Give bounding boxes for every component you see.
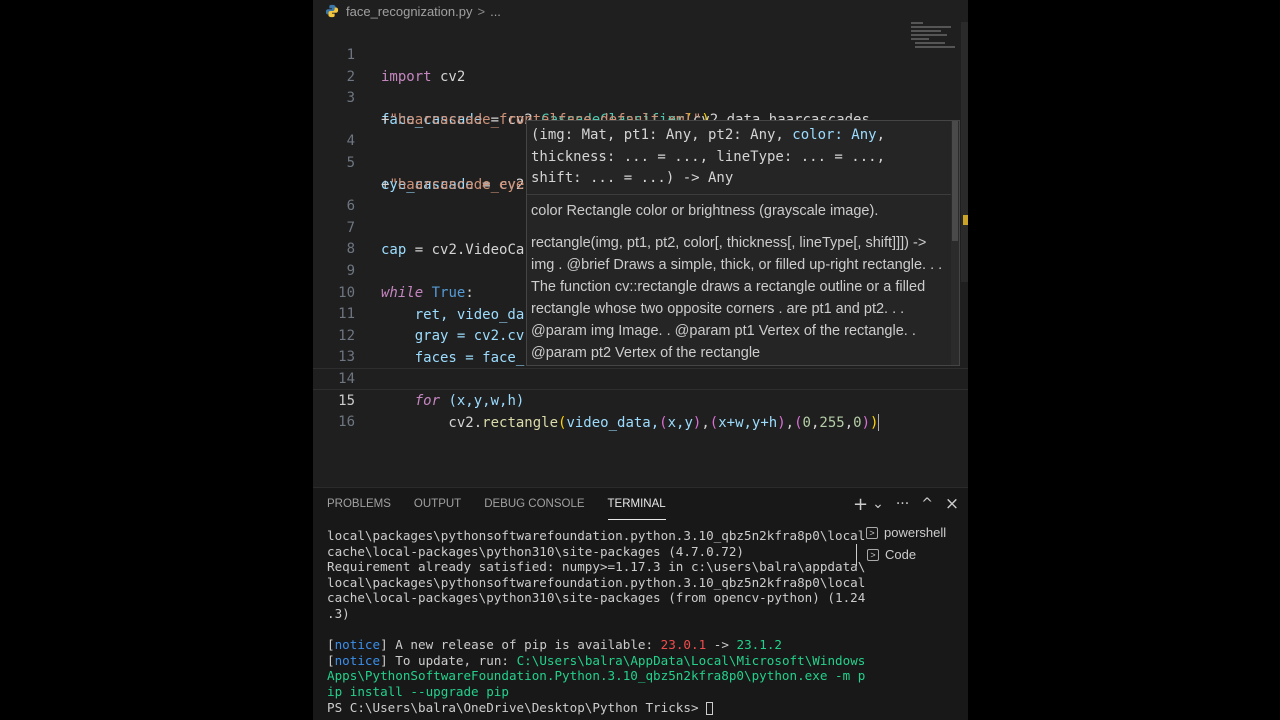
terminal-prompt: PS C:\Users\balra\OneDrive\Desktop\Pytho… — [327, 699, 707, 715]
breadcrumb-symbol[interactable]: ... — [490, 4, 501, 19]
argument: x,y — [667, 414, 693, 431]
terminal-icon: > — [866, 527, 878, 539]
terminal-item-code[interactable]: > Code — [856, 544, 968, 566]
terminal-line: [notice] To update, run: C:\Users\balra\… — [327, 652, 866, 668]
more-actions-icon[interactable]: ··· — [896, 496, 909, 512]
terminal-line: local\packages\pythonsoftwarefoundation.… — [327, 528, 866, 543]
bracket: ) — [861, 414, 871, 431]
terminal-output[interactable]: local\packages\pythonsoftwarefoundation.… — [327, 528, 865, 715]
panel-actions: + ⌄ ··· ^ × — [853, 494, 968, 515]
code-line-1[interactable]: 1 import cv2 — [313, 22, 968, 85]
terminal-line: Apps\PythonSoftwareFoundation.Python.3.1… — [327, 668, 866, 684]
tab-output[interactable]: OUTPUT — [414, 488, 461, 520]
signature: (img: Mat, pt1: Any, pt2: Any, color: An… — [531, 125, 951, 190]
new-version: 23.1.2 — [736, 637, 783, 653]
signature-help-popup[interactable]: (img: Mat, pt1: Any, pt2: Any, color: An… — [526, 120, 960, 366]
tab-debug-console[interactable]: DEBUG CONSOLE — [484, 488, 584, 520]
terminal-line: local\packages\pythonsoftwarefoundation.… — [327, 574, 866, 590]
bracket: ) — [870, 414, 879, 431]
notice-text: A new release of pip is available: — [387, 637, 661, 653]
signature-text: thickness: ... = ..., lineType: ... = ..… — [531, 148, 886, 165]
tab-problems[interactable]: PROBLEMS — [327, 488, 391, 520]
number: 255 — [819, 414, 845, 431]
close-panel-icon[interactable]: × — [945, 494, 959, 514]
panel-tabs: PROBLEMS OUTPUT DEBUG CONSOLE TERMINAL — [327, 488, 689, 520]
terminal-line: ip install --upgrade pip — [327, 683, 509, 699]
number: 0 — [853, 414, 862, 431]
notice-tag: notice — [334, 637, 381, 653]
active-parameter: color: Any — [792, 127, 877, 143]
terminal-line: .3) — [327, 605, 350, 621]
code-text: cv2. — [381, 414, 483, 431]
bracket: ) — [777, 414, 786, 431]
terminal-item-label: Code — [885, 547, 917, 562]
parameter-doc: color Rectangle color or brightness (gra… — [531, 203, 879, 219]
arrow: -> — [706, 637, 737, 653]
tab-terminal[interactable]: TERMINAL — [607, 488, 666, 520]
code-line-3[interactable]: 3 face_cascade = cv2.CascadeClassifier(c… — [313, 65, 968, 128]
terminal-line: Requirement already satisfied: numpy>=1.… — [327, 559, 866, 575]
signature-text: (img: Mat, pt1: Any, pt2: Any, — [531, 127, 793, 143]
bracket: ( — [794, 414, 803, 431]
popup-scrollbar[interactable] — [951, 121, 959, 365]
vscode-window: face_recognization.py > ... 1 import cv2… — [313, 0, 968, 720]
code-line-2[interactable]: 2 — [313, 44, 968, 85]
terminal-cursor — [706, 701, 714, 715]
terminal-line: cache\local-packages\python310\site-pack… — [327, 543, 745, 559]
line-number: 16 — [338, 414, 355, 431]
signature-text: shift: ... = ...) -> Any — [531, 170, 734, 186]
terminal-line: cache\local-packages\python310\site-pack… — [327, 590, 866, 606]
function-doc: rectangle(img, pt1, pt2, color[, thickne… — [531, 235, 943, 361]
text-cursor — [878, 414, 880, 432]
terminal-list: > powershell > Code — [856, 522, 968, 566]
code-line-15[interactable]: 15 cv2.rectangle(video_data,(x,y),(x+w,y… — [313, 368, 968, 432]
divider — [527, 194, 959, 195]
terminal-line: [notice] A new release of pip is availab… — [327, 637, 783, 653]
new-terminal-icon[interactable]: + — [853, 494, 868, 515]
code-line-3-wrap[interactable]: +"haarcascade_frontalface_default.xml") — [313, 87, 968, 128]
breadcrumb-separator: > — [477, 3, 486, 19]
popup-scroll-thumb[interactable] — [952, 121, 958, 241]
bracket: ( — [659, 414, 668, 431]
signature-text: , — [876, 127, 886, 143]
chevron-down-icon[interactable]: ⌄ — [872, 496, 884, 512]
comma: , — [844, 414, 854, 431]
function-name: rectangle — [482, 414, 559, 431]
code-line-16[interactable]: 16 — [313, 389, 968, 430]
update-command: C:\Users\balra\AppData\Local\Microsoft\W… — [516, 652, 866, 668]
terminal-item-label: powershell — [884, 525, 947, 540]
bracket: ( — [709, 414, 719, 431]
breadcrumb[interactable]: face_recognization.py > ... — [313, 0, 968, 22]
argument: x+w,y+h — [718, 414, 778, 431]
notice-tag: notice — [334, 652, 381, 668]
maximize-panel-icon[interactable]: ^ — [921, 496, 933, 512]
terminal-item-powershell[interactable]: > powershell — [856, 522, 968, 544]
argument: video_data, — [566, 414, 660, 431]
breadcrumb-file[interactable]: face_recognization.py — [346, 4, 472, 19]
python-file-icon — [325, 4, 339, 18]
number: 0 — [802, 414, 811, 431]
notice-text: To update, run: — [387, 652, 517, 668]
old-version: 23.0.1 — [660, 637, 707, 653]
comma: , — [785, 414, 795, 431]
bottom-panel: PROBLEMS OUTPUT DEBUG CONSOLE TERMINAL +… — [313, 487, 968, 720]
comma: , — [701, 414, 710, 431]
terminal-icon: > — [867, 549, 879, 561]
